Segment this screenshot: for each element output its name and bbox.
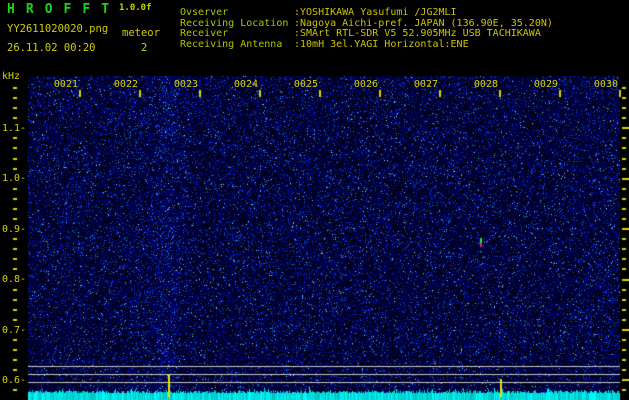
info-value: :Nagoya Aichi-pref. JAPAN (136.90E, 35.2…	[294, 17, 553, 29]
time-label: 0027	[413, 79, 438, 90]
time-label: 0024	[233, 79, 258, 90]
observation-datetime: 26.11.02 00:20	[7, 42, 96, 54]
freq-label: 1.0-	[2, 173, 27, 184]
time-label: 0029	[533, 79, 558, 90]
freq-label: 0.7-	[2, 325, 27, 336]
info-label: Receiving Antenna	[180, 38, 283, 50]
time-label: 0025	[293, 79, 318, 90]
time-label: 0022	[113, 79, 138, 90]
freq-label: 0.6-	[2, 375, 27, 386]
meteor-count: 2	[141, 42, 148, 54]
time-label: 0028	[473, 79, 498, 90]
mode-label: meteor	[122, 27, 160, 39]
freq-label: 0.9-	[2, 224, 27, 235]
freq-label: 1.1-	[2, 123, 27, 134]
time-label: 0030	[593, 79, 618, 90]
app-title: H R O F F T	[7, 2, 111, 17]
station-info-block: Ovserver :YOSHIKAWA Yasufumi /JG2MLI Recei…	[180, 7, 553, 51]
info-value: :SMArt RTL-SDR V5 52.905MHz USB TACHIKAW…	[294, 28, 541, 39]
output-filename: YY2611020020.png	[7, 23, 109, 35]
info-row: Receiving Antenna :10mH 3el.YAGI Horizont…	[180, 38, 553, 51]
spectrogram-canvas	[0, 0, 629, 400]
info-label: Ovserver	[180, 7, 229, 18]
freq-label: 0.8-	[2, 274, 27, 285]
time-label: 0026	[353, 79, 378, 90]
freq-axis-unit: kHz	[2, 71, 21, 82]
info-value: :10mH 3el.YAGI Horizontal:ENE	[294, 38, 469, 50]
hrofft-window: H R O F F T 1.0.0f YY2611020020.png mete…	[0, 0, 629, 400]
time-label: 0021	[53, 79, 78, 90]
app-version: 1.0.0f	[119, 3, 152, 13]
info-value: :YOSHIKAWA Yasufumi /JG2MLI	[294, 7, 457, 18]
info-label: Receiver	[180, 28, 229, 39]
time-label: 0023	[173, 79, 198, 90]
